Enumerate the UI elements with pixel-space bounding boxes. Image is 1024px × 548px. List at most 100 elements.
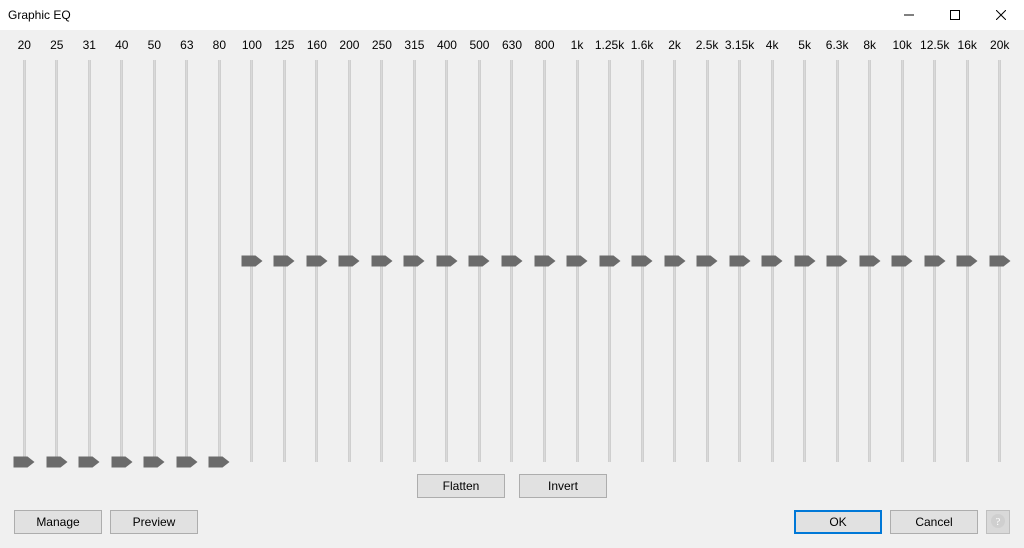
help-button[interactable]: ? (986, 510, 1010, 534)
eq-slider[interactable] (951, 54, 984, 468)
eq-slider-thumb[interactable] (111, 457, 132, 468)
eq-slider-thumb[interactable] (599, 256, 620, 267)
eq-slider[interactable] (918, 54, 951, 468)
eq-slider[interactable] (983, 54, 1016, 468)
eq-slider-thumb[interactable] (144, 457, 165, 468)
eq-band-label: 10k (893, 38, 912, 54)
eq-slider-thumb[interactable] (339, 256, 360, 267)
eq-slider[interactable] (886, 54, 919, 468)
eq-band-label: 50 (148, 38, 161, 54)
eq-slider-thumb[interactable] (241, 256, 262, 267)
eq-band: 80 (203, 38, 236, 468)
eq-band: 10k (886, 38, 919, 468)
eq-slider-thumb[interactable] (274, 256, 295, 267)
eq-slider[interactable] (171, 54, 204, 468)
eq-slider-thumb[interactable] (436, 256, 457, 267)
eq-slider-thumb[interactable] (632, 256, 653, 267)
eq-slider-thumb[interactable] (729, 256, 750, 267)
eq-band-label: 8k (863, 38, 876, 54)
eq-band-label: 80 (213, 38, 226, 54)
eq-band: 200 (333, 38, 366, 468)
eq-slider[interactable] (333, 54, 366, 468)
eq-slider-thumb[interactable] (14, 457, 35, 468)
eq-band-label: 500 (469, 38, 489, 54)
eq-slider-thumb[interactable] (892, 256, 913, 267)
eq-slider-thumb[interactable] (469, 256, 490, 267)
eq-band: 160 (301, 38, 334, 468)
eq-band-label: 800 (534, 38, 554, 54)
eq-slider[interactable] (821, 54, 854, 468)
eq-slider[interactable] (268, 54, 301, 468)
eq-slider[interactable] (853, 54, 886, 468)
eq-slider[interactable] (658, 54, 691, 468)
invert-button[interactable]: Invert (519, 474, 607, 498)
eq-band-label: 100 (242, 38, 262, 54)
eq-slider-thumb[interactable] (989, 256, 1010, 267)
flatten-button[interactable]: Flatten (417, 474, 505, 498)
manage-button[interactable]: Manage (14, 510, 102, 534)
eq-slider-track (185, 60, 188, 462)
eq-slider[interactable] (398, 54, 431, 468)
eq-sliders-area: 2025314050638010012516020025031540050063… (0, 30, 1024, 470)
eq-slider-track (218, 60, 221, 462)
eq-slider[interactable] (366, 54, 399, 468)
eq-slider-thumb[interactable] (534, 256, 555, 267)
eq-slider-thumb[interactable] (176, 457, 197, 468)
eq-band: 1k (561, 38, 594, 468)
eq-slider[interactable] (106, 54, 139, 468)
bottom-button-row: Manage Preview OK Cancel ? (0, 506, 1024, 548)
eq-slider[interactable] (561, 54, 594, 468)
eq-slider-thumb[interactable] (924, 256, 945, 267)
eq-band-label: 2k (668, 38, 681, 54)
eq-band: 100 (236, 38, 269, 468)
eq-slider[interactable] (73, 54, 106, 468)
eq-slider-thumb[interactable] (827, 256, 848, 267)
eq-slider[interactable] (301, 54, 334, 468)
eq-band-label: 125 (274, 38, 294, 54)
eq-band-label: 6.3k (826, 38, 849, 54)
window-maximize-button[interactable] (932, 0, 978, 30)
eq-band-label: 400 (437, 38, 457, 54)
eq-slider[interactable] (236, 54, 269, 468)
eq-slider-thumb[interactable] (859, 256, 880, 267)
eq-slider[interactable] (8, 54, 41, 468)
eq-slider-thumb[interactable] (957, 256, 978, 267)
eq-band-label: 16k (958, 38, 977, 54)
eq-slider[interactable] (463, 54, 496, 468)
eq-slider-thumb[interactable] (697, 256, 718, 267)
eq-band-label: 20 (18, 38, 31, 54)
eq-band: 400 (431, 38, 464, 468)
window-close-button[interactable] (978, 0, 1024, 30)
eq-slider[interactable] (138, 54, 171, 468)
eq-band: 12.5k (918, 38, 951, 468)
eq-slider[interactable] (756, 54, 789, 468)
window-minimize-button[interactable] (886, 0, 932, 30)
eq-slider-thumb[interactable] (567, 256, 588, 267)
eq-slider[interactable] (203, 54, 236, 468)
eq-slider[interactable] (626, 54, 659, 468)
eq-slider[interactable] (528, 54, 561, 468)
eq-slider-thumb[interactable] (209, 457, 230, 468)
eq-slider-thumb[interactable] (501, 256, 522, 267)
eq-slider-thumb[interactable] (794, 256, 815, 267)
eq-slider-track (55, 60, 58, 462)
eq-slider[interactable] (431, 54, 464, 468)
eq-slider-thumb[interactable] (306, 256, 327, 267)
eq-slider-thumb[interactable] (46, 457, 67, 468)
eq-slider[interactable] (723, 54, 756, 468)
preview-button[interactable]: Preview (110, 510, 198, 534)
ok-button[interactable]: OK (794, 510, 882, 534)
eq-slider-thumb[interactable] (664, 256, 685, 267)
eq-slider-thumb[interactable] (79, 457, 100, 468)
eq-band: 6.3k (821, 38, 854, 468)
eq-slider[interactable] (41, 54, 74, 468)
eq-slider-thumb[interactable] (404, 256, 425, 267)
eq-slider[interactable] (593, 54, 626, 468)
eq-band-label: 1k (571, 38, 584, 54)
eq-slider-thumb[interactable] (371, 256, 392, 267)
eq-slider-thumb[interactable] (762, 256, 783, 267)
eq-slider[interactable] (496, 54, 529, 468)
cancel-button[interactable]: Cancel (890, 510, 978, 534)
eq-slider[interactable] (691, 54, 724, 468)
eq-slider[interactable] (788, 54, 821, 468)
